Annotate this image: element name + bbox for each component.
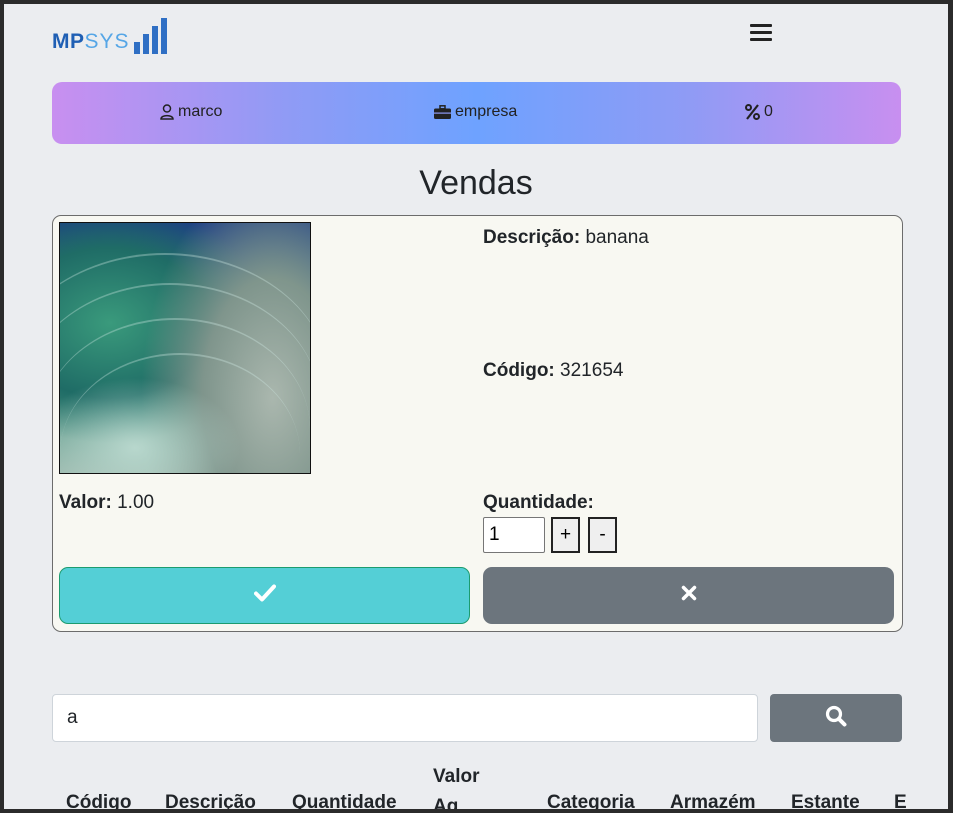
navbar: MP SYS [4, 4, 948, 74]
product-description: Descrição: banana [483, 227, 649, 249]
column-header-valor-aq: Valor Aq. [433, 766, 480, 809]
column-header-estante: Estante [791, 792, 860, 809]
user-info: marco [160, 103, 222, 121]
cancel-button[interactable] [483, 567, 894, 624]
page-title: Vendas [419, 164, 533, 202]
discount-value: 0 [764, 103, 773, 120]
price-label: Valor: [59, 492, 112, 513]
code-label: Código: [483, 360, 555, 381]
user-name: marco [178, 103, 223, 120]
user-info-bar: marco empresa 0 [52, 82, 901, 144]
brand-text-primary: MP [52, 30, 85, 53]
brand-text-secondary: SYS [84, 30, 130, 53]
search-input[interactable] [52, 694, 758, 742]
confirm-button[interactable] [59, 567, 470, 624]
search-icon [825, 705, 847, 732]
discount-info: 0 [745, 103, 773, 121]
column-header-armazem: Armazém [670, 792, 756, 809]
check-icon [253, 584, 276, 607]
code-value: 321654 [560, 360, 624, 381]
quantity-decrement-button[interactable]: - [588, 517, 617, 553]
quantity-increment-button[interactable]: + [551, 517, 580, 553]
column-header-extra: E [894, 792, 907, 809]
user-icon [160, 104, 174, 120]
close-icon [681, 585, 697, 606]
quantity-input[interactable] [483, 517, 545, 553]
column-header-codigo: Código [66, 792, 132, 809]
price-value: 1.00 [117, 492, 155, 513]
brand-logo[interactable]: MP SYS [52, 14, 167, 54]
percent-icon [745, 104, 760, 120]
quantity-label: Quantidade: [483, 492, 594, 513]
description-label: Descrição: [483, 227, 581, 248]
column-header-quantidade: Quantidade [292, 792, 397, 809]
search-button[interactable] [770, 694, 902, 742]
product-card: Valor: 1.00 Descrição: banana Código: 32… [52, 215, 903, 632]
briefcase-icon [434, 105, 451, 119]
company-info: empresa [434, 103, 517, 121]
company-name: empresa [455, 103, 518, 120]
product-price: Valor: 1.00 [59, 492, 154, 514]
description-value: banana [585, 227, 649, 248]
bar-chart-icon [133, 18, 167, 54]
app-viewport: MP SYS marco empresa 0 Vendas Valor: 1.0… [4, 4, 948, 809]
results-table-header: Código Descrição Quantidade Valor Aq. Ca… [52, 760, 948, 809]
product-code: Código: 321654 [483, 360, 623, 382]
hamburger-icon[interactable] [748, 22, 774, 44]
column-header-categoria: Categoria [547, 792, 635, 809]
product-image [59, 222, 311, 474]
column-header-descricao: Descrição [165, 792, 256, 809]
